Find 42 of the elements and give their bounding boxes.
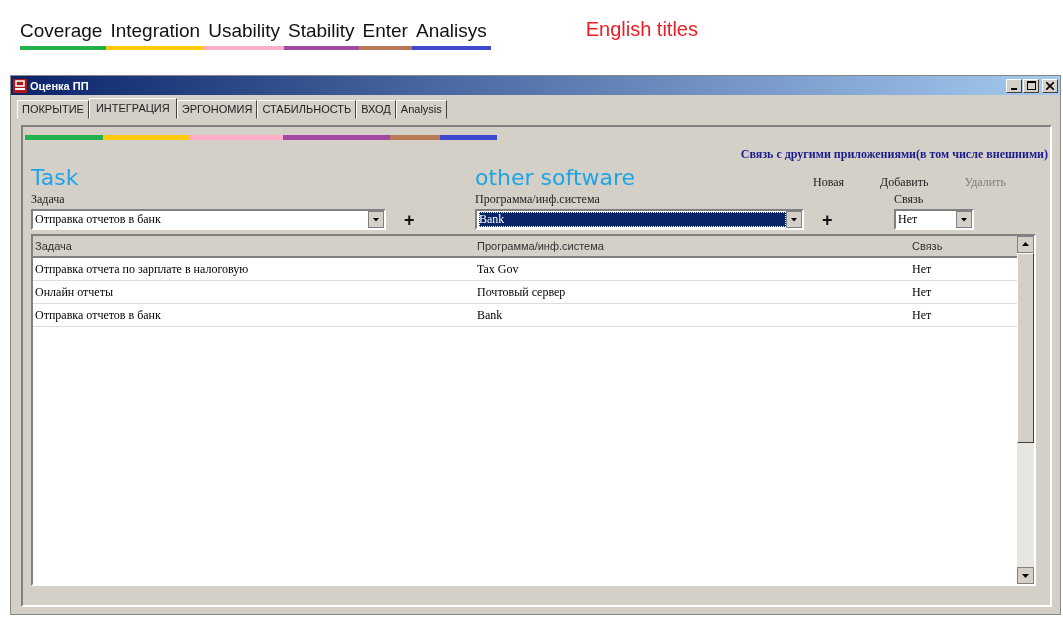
- column-header[interactable]: Связь: [910, 240, 1017, 252]
- legend-label: Analisys: [411, 19, 491, 50]
- tab[interactable]: ЭРГОНОМИЯ: [176, 100, 258, 119]
- tab[interactable]: ИНТЕГРАЦИЯ: [88, 98, 177, 119]
- combo-box[interactable]: Bank: [475, 209, 804, 230]
- table-cell-text: Tax Gov: [476, 261, 520, 277]
- annotation-label: Task: [31, 165, 80, 190]
- legend-label: Coverage: [20, 19, 107, 50]
- table-cell-text: Bank: [476, 307, 504, 323]
- legend-label: Integration: [106, 19, 205, 50]
- table-cell-text: Нет: [911, 261, 933, 277]
- table-cell-text: Отправка отчетов в банк: [34, 307, 162, 323]
- add-button[interactable]: +: [386, 210, 475, 230]
- table-cell-text: Нет: [911, 284, 933, 300]
- table-cell-text: Отправка отчета по зарплате в налоговую: [34, 261, 250, 277]
- legend-label: Usability: [204, 19, 284, 50]
- annotation-label: other software: [475, 165, 637, 190]
- toolbar-button[interactable]: Добавить: [878, 175, 931, 190]
- column-header[interactable]: Программа/инф.система: [475, 240, 910, 252]
- combo-box[interactable]: Отправка отчетов в банк: [31, 209, 386, 230]
- tab[interactable]: СТАБИЛЬНОСТЬ: [257, 100, 357, 119]
- tab[interactable]: Analysis: [395, 100, 447, 119]
- combo-value: Bank: [479, 212, 786, 227]
- tab[interactable]: ПОКРЫТИЕ: [17, 100, 89, 119]
- table-cell-text: Нет: [911, 307, 933, 323]
- field-label: Программа/инф.система: [475, 192, 601, 207]
- window-title: Оценка ПП: [30, 79, 90, 92]
- table-cell-text: Почтовый сервер: [476, 284, 567, 300]
- combo-value: Нет: [898, 212, 919, 227]
- field-label: Связь: [894, 192, 925, 207]
- toolbar-button[interactable]: Новая: [811, 175, 847, 190]
- combo-value: Отправка отчетов в банк: [35, 212, 162, 227]
- column-header[interactable]: Задача: [33, 240, 475, 252]
- legend-label: Stability: [284, 19, 359, 50]
- add-button[interactable]: +: [804, 210, 894, 230]
- section-heading: Связь с другими приложениями(в том числе внешними): [740, 147, 1048, 162]
- annotation-note: English titles: [585, 17, 698, 41]
- combo-box[interactable]: Нет: [894, 209, 974, 230]
- tab[interactable]: ВХОД: [356, 100, 396, 119]
- table-cell-text: Онлайн отчеты: [34, 284, 114, 300]
- legend-label: Enter: [358, 19, 412, 50]
- field-label: Задача: [31, 192, 66, 207]
